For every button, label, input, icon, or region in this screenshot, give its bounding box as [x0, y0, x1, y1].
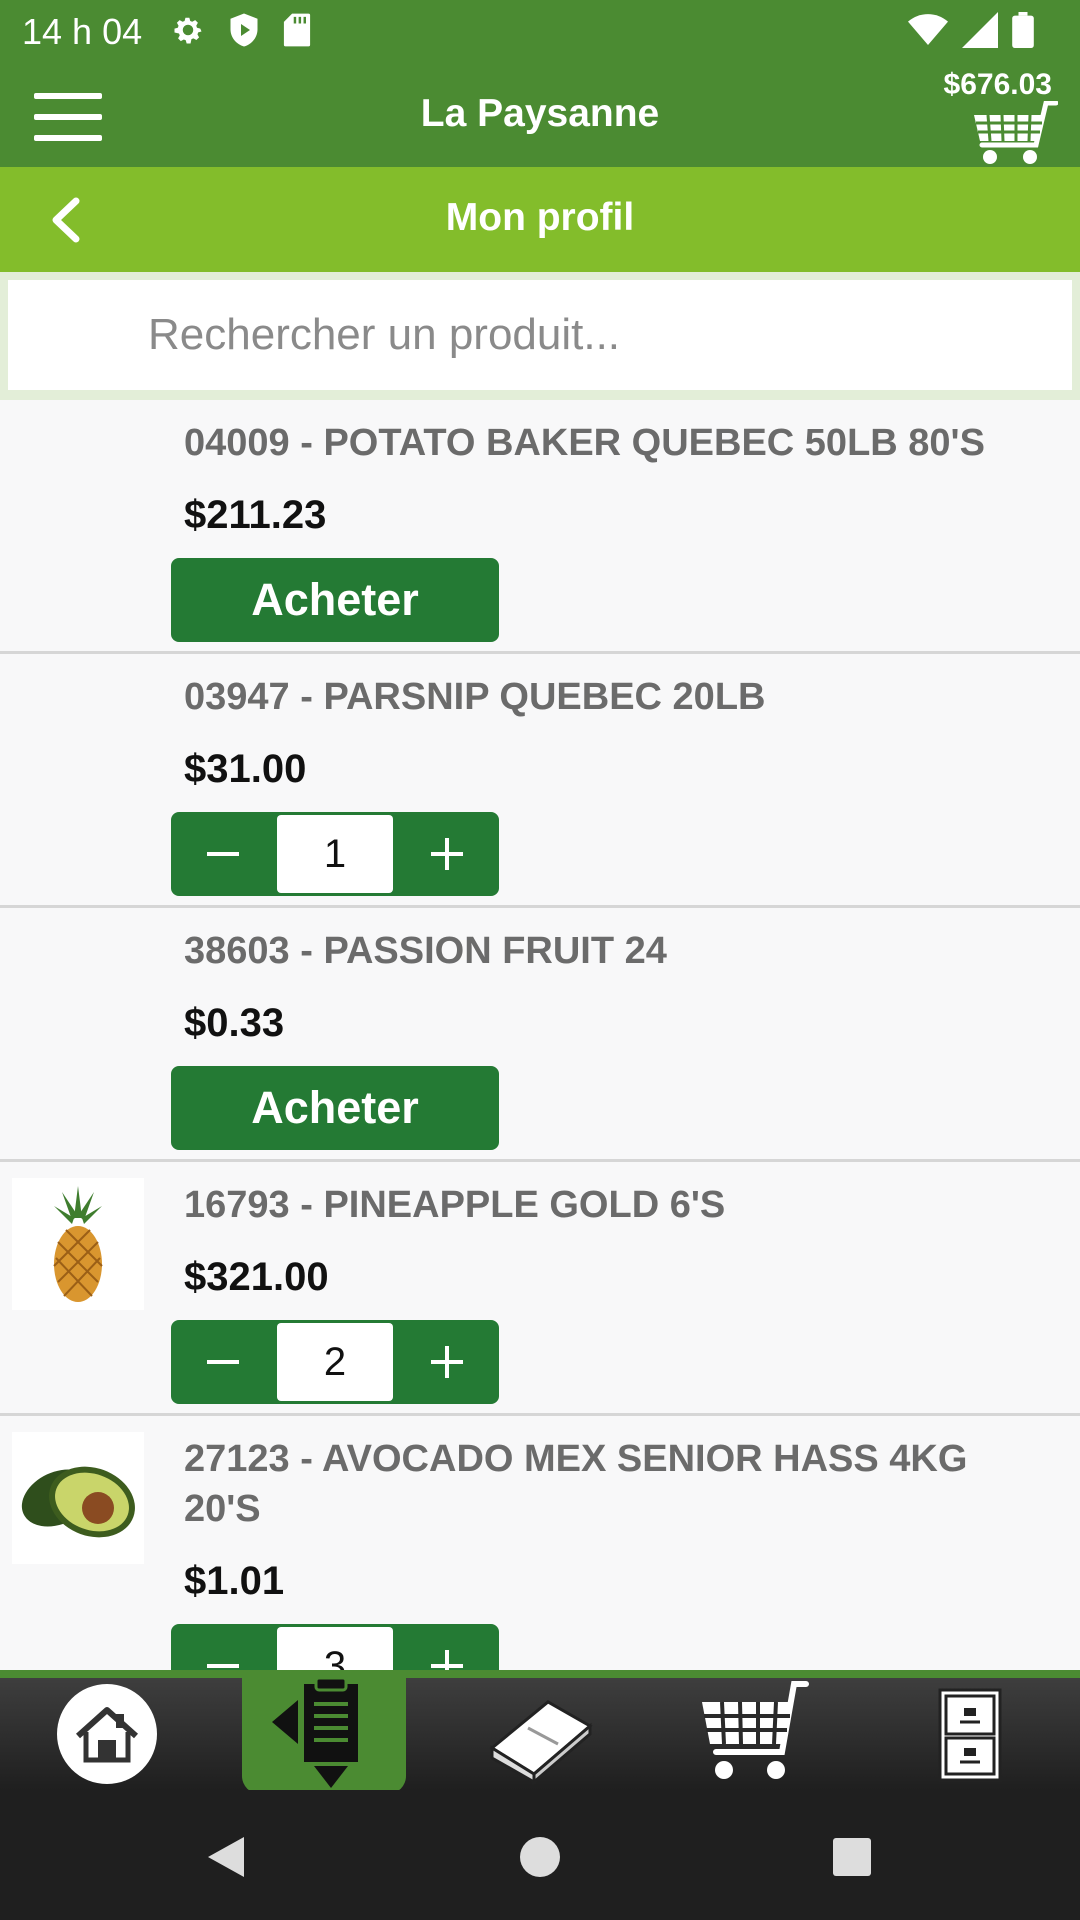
increase-quantity-button[interactable]	[395, 812, 499, 896]
status-icons-left	[170, 12, 312, 48]
product-name: 16793 - PINEAPPLE GOLD 6'S	[184, 1184, 726, 1226]
bottom-nav-divider	[0, 1670, 1080, 1678]
signal-icon	[962, 12, 998, 48]
nav-cart[interactable]	[696, 1678, 816, 1790]
page-title: Mon profil	[445, 196, 635, 239]
order-list-icon	[272, 1676, 358, 1788]
quantity-value[interactable]: 1	[277, 815, 393, 893]
search-input[interactable]	[6, 278, 1074, 392]
nav-catalog[interactable]	[478, 1678, 602, 1790]
quantity-stepper: 3	[171, 1624, 499, 1672]
cart-total[interactable]: $676.03	[944, 65, 1052, 105]
sd-card-icon	[283, 13, 311, 47]
recents-square-icon[interactable]	[830, 1835, 874, 1879]
buy-button[interactable]: Acheter	[171, 1066, 499, 1150]
system-nav-bar	[0, 1790, 1080, 1920]
wifi-icon	[908, 14, 948, 45]
search-bar	[0, 272, 1080, 400]
battery-icon	[1012, 12, 1034, 48]
cart-icon[interactable]	[970, 101, 1058, 167]
product-price: $1.01	[184, 1559, 285, 1603]
app-screen: 14 h 04 La Paysanne $676.03 Mon profil R…	[0, 0, 1080, 1920]
increase-quantity-button[interactable]	[395, 1624, 499, 1672]
cart-icon	[702, 1681, 809, 1779]
app-bar: La Paysanne $676.03	[0, 63, 1080, 167]
product-item[interactable]: 04009 - POTATO BAKER QUEBEC 50LB 80'S $2…	[0, 400, 1080, 654]
status-icons-right	[908, 12, 1034, 48]
nav-order-list[interactable]	[242, 1670, 406, 1794]
nav-home[interactable]	[40, 1678, 170, 1790]
avocado-image	[12, 1432, 144, 1564]
quantity-stepper: 1	[171, 812, 499, 896]
buy-button[interactable]: Acheter	[171, 558, 499, 642]
quantity-value[interactable]: 2	[277, 1323, 393, 1401]
nav-archive[interactable]	[930, 1678, 1010, 1790]
product-name: 03947 - PARSNIP QUEBEC 20LB	[184, 676, 766, 718]
product-name: 38603 - PASSION FRUIT 24	[184, 930, 667, 972]
product-item[interactable]: 27123 - AVOCADO MEX SENIOR HASS 4KG 20'S…	[0, 1416, 1080, 1672]
pineapple-image	[12, 1178, 144, 1310]
back-triangle-icon[interactable]	[204, 1835, 248, 1879]
product-price: $31.00	[184, 747, 307, 791]
decrease-quantity-button[interactable]	[171, 1624, 275, 1672]
quantity-value[interactable]: 3	[277, 1627, 393, 1672]
filing-cabinet-icon	[938, 1688, 1002, 1782]
bottom-nav	[0, 1670, 1080, 1794]
increase-quantity-button[interactable]	[395, 1320, 499, 1404]
product-item[interactable]: 38603 - PASSION FRUIT 24 $0.33 Acheter	[0, 908, 1080, 1162]
product-list[interactable]: 04009 - POTATO BAKER QUEBEC 50LB 80'S $2…	[0, 400, 1080, 1672]
app-title: La Paysanne	[420, 92, 660, 135]
catalog-book-icon	[489, 1700, 593, 1786]
status-bar: 14 h 04	[0, 0, 1080, 63]
home-icon	[57, 1684, 157, 1784]
product-item[interactable]: 16793 - PINEAPPLE GOLD 6'S $321.00 2	[0, 1162, 1080, 1416]
status-time: 14 h 04	[22, 11, 143, 52]
product-item[interactable]: 03947 - PARSNIP QUEBEC 20LB $31.00 1	[0, 654, 1080, 908]
decrease-quantity-button[interactable]	[171, 812, 275, 896]
quantity-stepper: 2	[171, 1320, 499, 1404]
product-price: $321.00	[184, 1255, 329, 1299]
shield-play-icon	[230, 13, 258, 47]
home-circle-icon[interactable]	[518, 1835, 562, 1879]
sub-header: Mon profil	[0, 167, 1080, 272]
product-price: $211.23	[184, 493, 327, 537]
product-name: 04009 - POTATO BAKER QUEBEC 50LB 80'S	[184, 422, 985, 464]
settings-icon	[174, 17, 202, 44]
product-name: 27123 - AVOCADO MEX SENIOR HASS 4KG 20'S	[184, 1438, 968, 1530]
decrease-quantity-button[interactable]	[171, 1320, 275, 1404]
product-price: $0.33	[184, 1001, 285, 1045]
